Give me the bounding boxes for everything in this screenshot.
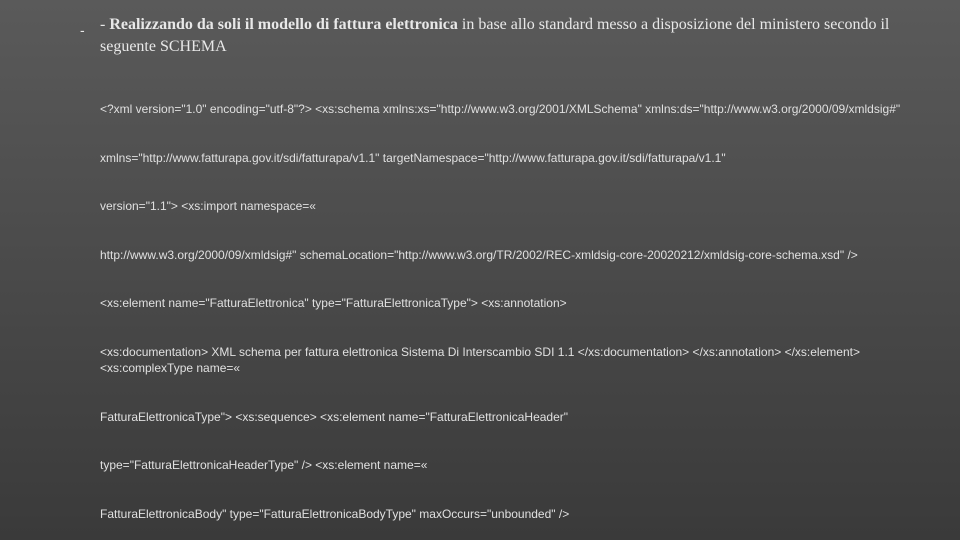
bullet-dash: -: [80, 22, 85, 38]
code-line: <xs:documentation> XML schema per fattur…: [100, 344, 930, 376]
title-bold: Realizzando da soli il modello di fattur…: [109, 16, 458, 33]
code-line: <?xml version="1.0" encoding="utf-8"?> <…: [100, 101, 930, 117]
document-body: - Realizzando da soli il modello di fatt…: [100, 14, 930, 526]
code-line: FatturaElettronicaType"> <xs:sequence> <…: [100, 409, 930, 425]
code-line: <xs:element name="FatturaElettronica" ty…: [100, 295, 930, 311]
code-line: type="FatturaElettronicaHeaderType" /> <…: [100, 457, 930, 473]
code-line: xmlns="http://www.fatturapa.gov.it/sdi/f…: [100, 150, 930, 166]
code-block: <?xml version="1.0" encoding="utf-8"?> <…: [100, 69, 930, 540]
title-prefix: -: [100, 16, 109, 33]
code-line: FatturaElettronicaBody" type="FatturaEle…: [100, 506, 930, 522]
page-title: - Realizzando da soli il modello di fatt…: [100, 14, 930, 59]
code-line: http://www.w3.org/2000/09/xmldsig#" sche…: [100, 247, 930, 263]
code-line: version="1.1"> <xs:import namespace=«: [100, 198, 930, 214]
